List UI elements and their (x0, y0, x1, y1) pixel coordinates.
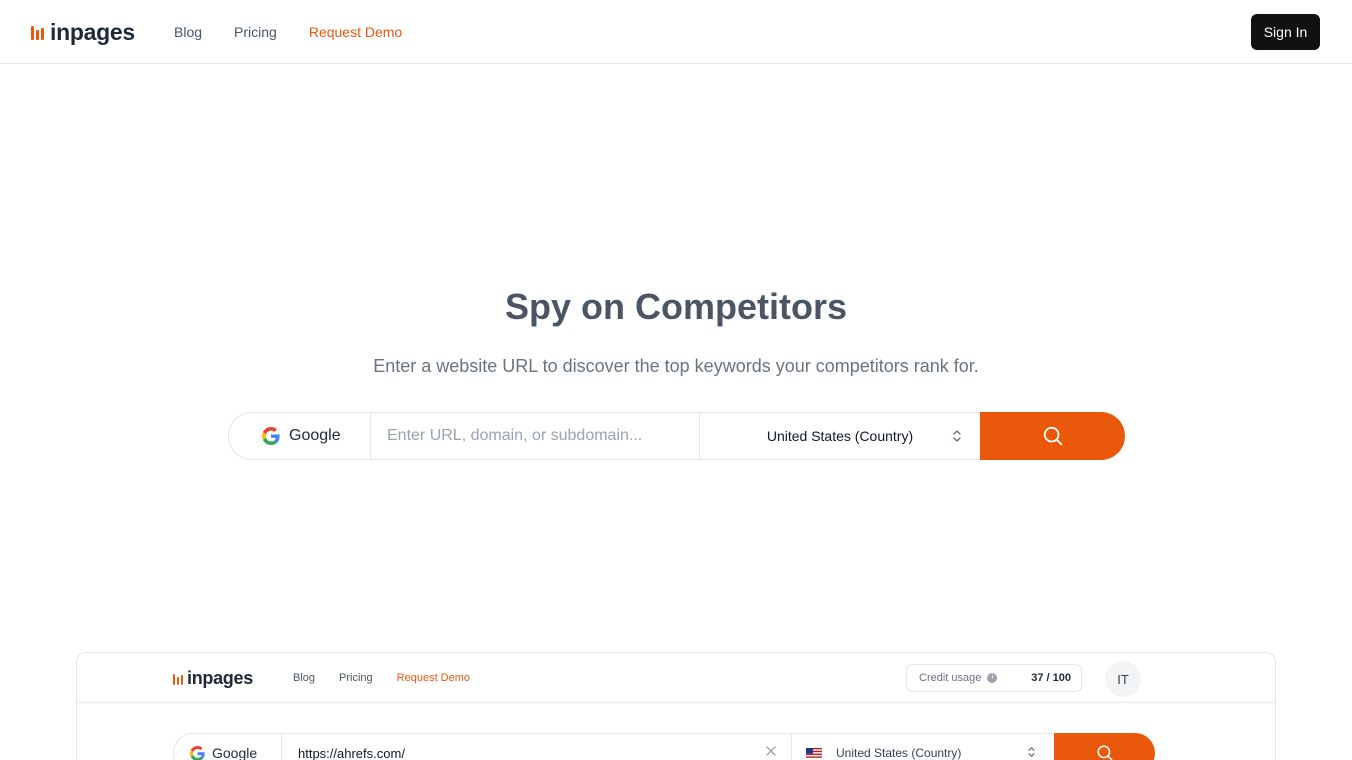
search-icon (1043, 426, 1062, 446)
google-g-icon (190, 745, 205, 760)
info-icon: i (987, 673, 998, 683)
sign-in-button[interactable]: Sign In (1251, 14, 1320, 50)
preview-search-engine: Google (174, 734, 282, 760)
preview-avatar: IT (1105, 661, 1141, 697)
logo-bars-icon (173, 674, 183, 685)
country-select-label: United States (Country) (766, 428, 914, 444)
search-engine-label: Google (289, 427, 341, 444)
url-input[interactable] (371, 413, 700, 459)
preview-country-label: United States (Country) (836, 746, 962, 760)
logo[interactable]: inpages (31, 19, 135, 45)
preview-search-engine-label: Google (212, 745, 258, 760)
hero-subtitle: Enter a website URL to discover the top … (373, 356, 979, 376)
google-g-icon (262, 427, 280, 445)
search-engine-selector[interactable]: Google (229, 413, 371, 459)
preview-nav: inpages Blog Pricing Request Demo Credit… (77, 653, 1275, 703)
logo-bars-icon (31, 26, 44, 40)
nav-link-pricing[interactable]: Pricing (234, 22, 277, 42)
search-bar: Google United States (Country) (228, 412, 1125, 460)
search-button[interactable] (980, 412, 1125, 460)
country-select[interactable]: United States (Country) (700, 413, 980, 459)
preview-nav-link-blog: Blog (293, 672, 316, 684)
preview-country-select: United States (Country) (792, 734, 1054, 760)
preview-credit-label: Credit usage (919, 672, 982, 684)
preview-logo: inpages (173, 667, 253, 689)
logo-text: inpages (50, 19, 135, 45)
us-flag-icon (806, 747, 822, 759)
preview-credit-value: 37 / 100 (1031, 672, 1071, 684)
preview-logo-text: inpages (187, 668, 253, 688)
search-icon (1097, 745, 1112, 760)
chevron-up-down-icon (1028, 747, 1035, 757)
nav-link-request-demo[interactable]: Request Demo (309, 22, 402, 42)
preview-search-bar: Google https://ahrefs.com/ United States… (173, 733, 1155, 760)
preview-credit-usage: Credit usage i 37 / 100 (906, 664, 1082, 692)
preview-nav-links: Blog Pricing Request Demo (293, 671, 470, 685)
chevron-up-down-icon (953, 430, 961, 442)
product-preview: inpages Blog Pricing Request Demo Credit… (76, 652, 1276, 760)
preview-url-value: https://ahrefs.com/ (298, 745, 405, 760)
preview-nav-link-pricing: Pricing (339, 672, 373, 684)
top-nav: inpages Blog Pricing Request Demo Sign I… (0, 0, 1352, 64)
nav-link-blog[interactable]: Blog (174, 22, 202, 42)
preview-nav-link-request-demo: Request Demo (396, 672, 471, 684)
close-icon (766, 746, 776, 756)
nav-links: Blog Pricing Request Demo (174, 22, 402, 42)
hero-title: Spy on Competitors (504, 286, 848, 327)
preview-search-button (1054, 733, 1155, 760)
preview-url-field: https://ahrefs.com/ (282, 734, 792, 760)
